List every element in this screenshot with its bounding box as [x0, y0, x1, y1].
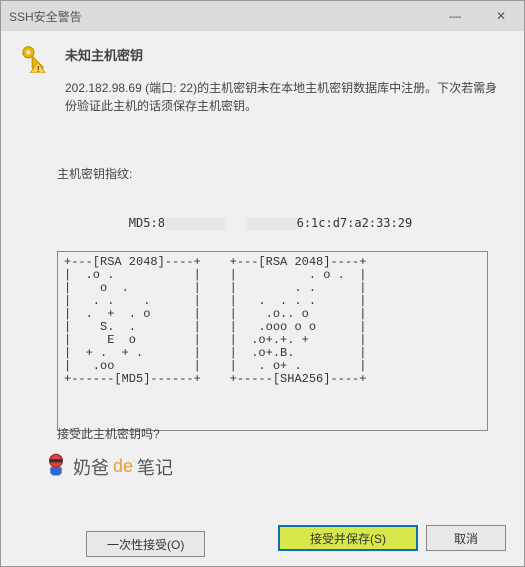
watermark-part2: de [113, 456, 133, 477]
close-button[interactable]: ✕ [478, 1, 524, 31]
key-randomart: +---[RSA 2048]----+ +---[RSA 2048]----+ … [57, 251, 488, 431]
dialog-content: ! 未知主机密钥 202.182.98.69 (端口: 22)的主机密钥未在本地… [1, 31, 524, 520]
warning-key-icon: ! [19, 43, 49, 76]
obscured-segment [165, 218, 225, 230]
description-text: 202.182.98.69 (端口: 22)的主机密钥未在本地主机密钥数据库中注… [65, 79, 506, 115]
md5-fingerprint: MD5:8 6:1c:d7:a2:33:29 [71, 187, 461, 259]
minimize-button[interactable]: — [432, 1, 478, 31]
titlebar-controls: — ✕ [432, 1, 524, 31]
dialog-footer: 一次性接受(O) 接受并保存(S) 取消 [1, 520, 524, 566]
obscured-segment [247, 218, 297, 230]
accept-once-button[interactable]: 一次性接受(O) [86, 531, 205, 557]
md5-suffix: 6:1c:d7:a2:33:29 [297, 216, 413, 230]
ssh-security-dialog: SSH安全警告 — ✕ ! 未知主机密钥 202.182.98.69 (端口: … [0, 0, 525, 567]
accept-question: 接受此主机密钥吗? [57, 425, 160, 442]
heading: 未知主机密钥 [65, 45, 143, 64]
accept-save-button[interactable]: 接受并保存(S) [278, 525, 418, 551]
titlebar-title: SSH安全警告 [9, 8, 432, 25]
watermark-part1: 奶爸 [73, 454, 109, 480]
watermark: 奶爸de笔记 [43, 451, 173, 482]
watermark-avatar-icon [43, 451, 69, 482]
svg-text:!: ! [37, 64, 40, 73]
fingerprint-label: 主机密钥指纹: [57, 165, 132, 182]
watermark-part3: 笔记 [137, 454, 173, 480]
cancel-button[interactable]: 取消 [426, 525, 506, 551]
md5-prefix: MD5:8 [129, 216, 165, 230]
titlebar: SSH安全警告 — ✕ [1, 1, 524, 31]
